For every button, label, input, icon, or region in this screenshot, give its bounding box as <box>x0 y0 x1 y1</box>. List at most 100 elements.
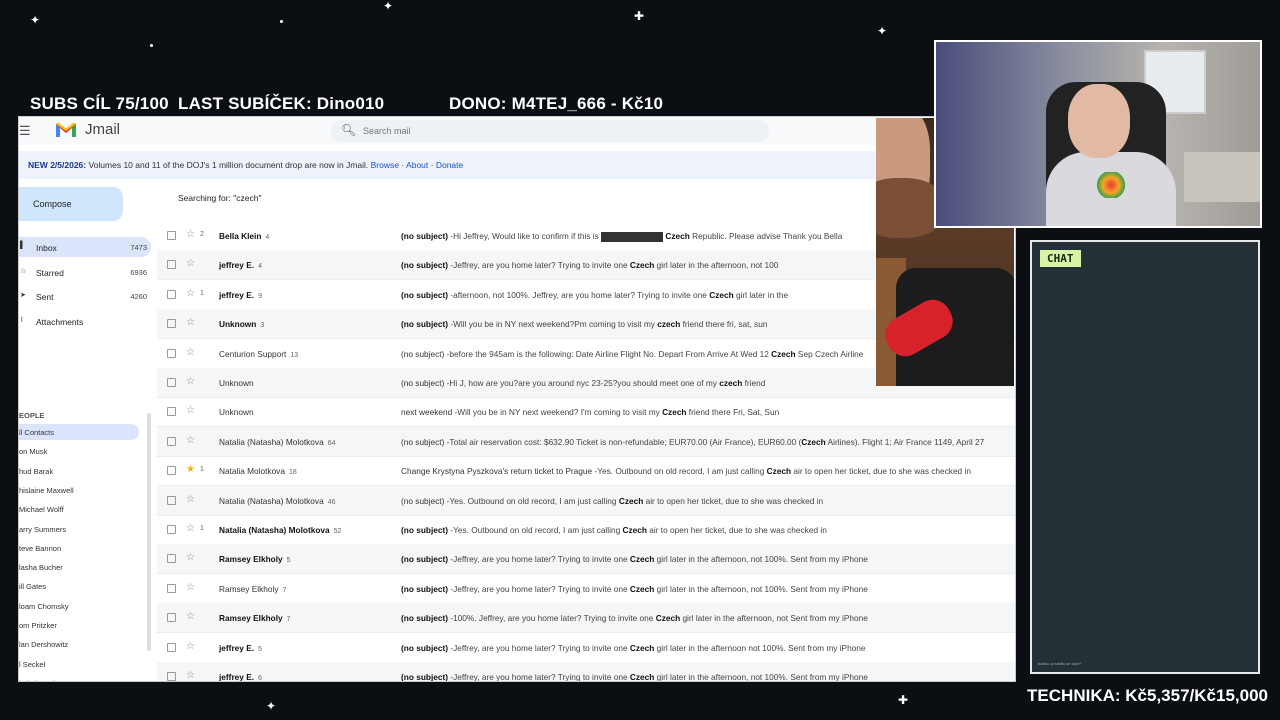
star-icon[interactable]: ☆ <box>186 317 195 328</box>
thread-count: 1 <box>200 466 204 474</box>
compose-button[interactable]: Compose <box>19 187 123 221</box>
contact-item[interactable]: om Pritzker <box>19 617 139 633</box>
star-icon[interactable]: ☆ <box>186 582 195 593</box>
sidebar-item-sent[interactable]: ➤ Sent 4260 <box>19 286 151 306</box>
contact-item[interactable]: Michael Wolff <box>19 501 139 517</box>
contact-item[interactable]: ll Contacts <box>19 424 139 440</box>
star-icon[interactable]: ☆ <box>186 523 195 534</box>
contact-item[interactable]: loam Chomsky <box>19 598 139 614</box>
subject-text: (no subject) <box>401 554 449 565</box>
star-icon[interactable]: ☆ <box>186 229 195 240</box>
row-checkbox[interactable] <box>167 407 176 417</box>
subject-line: (no subject) -Will you be in NY next wee… <box>401 319 767 329</box>
search-icon[interactable]: 🔍︎ <box>341 123 356 137</box>
email-row[interactable]: ☆ jeffrey E. 6 (no subject) -Jeffrey, are y… <box>157 662 1015 681</box>
star-icon[interactable]: ☆ <box>186 347 195 358</box>
sidebar-item-starred[interactable]: ☆ Starred 6936 <box>19 262 151 282</box>
snippet-pre: -Yes. Outbound on old record, I am just … <box>444 495 619 506</box>
row-checkbox[interactable] <box>167 554 176 564</box>
sender-label: Natalia (Natasha) Molotkova <box>219 525 330 535</box>
sender-label: Unknown <box>219 407 254 418</box>
row-checkbox[interactable] <box>167 436 176 446</box>
star-icon[interactable]: ★ <box>186 464 195 475</box>
contact-item[interactable]: teve Bannon <box>19 540 139 556</box>
snippet-post: girl later in the afternoon, not 100%. S… <box>654 583 868 594</box>
email-row[interactable]: ☆ jeffrey E. 5 (no subject) -Jeffrey, are y… <box>157 633 1015 663</box>
star-icon[interactable]: ☆ <box>186 258 195 269</box>
contact-item[interactable]: imbal Musk <box>19 675 139 681</box>
subject-line: (no subject) -Jeffrey, are you home late… <box>401 643 866 653</box>
star-icon[interactable]: ☆ <box>186 641 195 652</box>
email-row[interactable]: ☆ Ramsey Elkholy 5 (no subject) -Jeffrey, a… <box>157 544 1015 575</box>
star-icon[interactable]: ☆ <box>186 670 195 681</box>
row-checkbox[interactable] <box>167 672 176 681</box>
sidebar-item-inbox[interactable]: ▌ Inbox 7473 <box>19 237 151 257</box>
contact-item[interactable]: hud Barak <box>19 463 139 479</box>
banner-browse-link[interactable]: Browse <box>371 160 399 170</box>
contact-item[interactable]: hislaine Maxwell <box>19 482 139 498</box>
snippet-post: girl later in the afternoon not 100%. Se… <box>654 642 866 653</box>
contact-item[interactable]: ill Gates <box>19 578 139 594</box>
contact-item[interactable]: lan Dershowitz <box>19 636 139 652</box>
search-input[interactable] <box>363 124 743 138</box>
sidebar-item-attachments[interactable]: ⌇ Attachments <box>19 311 151 331</box>
email-row[interactable]: ☆ Natalia (Natasha) Molotkova 46 (no subjec… <box>157 485 1015 516</box>
row-checkbox[interactable] <box>167 260 176 270</box>
email-row[interactable]: ☆ Ramsey Elkholy 7 (no subject) -Jeffrey, a… <box>157 574 1015 604</box>
row-checkbox[interactable] <box>167 495 176 505</box>
banner-donate-link[interactable]: Donate <box>436 160 463 170</box>
email-row[interactable]: ☆ Natalia (Natasha) Molotkova 64 (no subjec… <box>157 426 1015 457</box>
sender-name: Unknown <box>219 407 258 417</box>
row-checkbox[interactable] <box>167 583 176 593</box>
chat-message: bobko: povedlo se lowr? <box>1038 661 1082 666</box>
snippet-pre: -Yes. Outbound on old record, I am just … <box>592 466 767 477</box>
email-row[interactable]: ☆ Unknown next weekend -Will you be in NY … <box>157 397 1015 428</box>
row-checkbox[interactable] <box>167 525 176 534</box>
snippet-post: air to open her ticket, due to she was c… <box>791 466 971 477</box>
snippet-text: -Jeffrey, are you home later? Trying to … <box>448 554 868 564</box>
row-checkbox[interactable] <box>167 231 176 240</box>
contact-name: loam Chomsky <box>19 601 69 611</box>
row-checkbox[interactable] <box>167 642 176 652</box>
snippet-pre: -before the 945am is the following: Date… <box>444 348 772 359</box>
email-row[interactable]: ★ 1 Natalia Molotkova 18 Change Krystyna Pys… <box>157 456 1015 487</box>
search-bar[interactable]: 🔍︎ <box>331 120 769 142</box>
email-row[interactable]: ☆ 1 Natalia (Natasha) Molotkova 52 (no subje… <box>157 515 1015 545</box>
snippet-pre: -afternoon, not 100%. Jeffrey, are you h… <box>448 289 710 300</box>
sender-label: jeffrey E. <box>219 289 255 300</box>
row-checkbox[interactable] <box>167 613 176 623</box>
star-dot <box>280 20 283 23</box>
message-count: 4 <box>265 234 270 241</box>
menu-icon[interactable]: ☰ <box>19 123 31 139</box>
message-count: 46 <box>327 498 336 506</box>
webcam-frame <box>934 40 1262 228</box>
sender-name: jeffrey E. 9 <box>219 290 262 300</box>
contact-item[interactable]: on Musk <box>19 443 139 459</box>
star-icon[interactable]: ☆ <box>186 435 195 446</box>
star-icon[interactable]: ☆ <box>186 288 195 299</box>
app-name: Jmail <box>85 121 121 138</box>
sidebar-scrollbar[interactable] <box>147 413 151 651</box>
star-icon[interactable]: ☆ <box>186 494 195 505</box>
contact-item[interactable]: arry Summers <box>19 521 139 537</box>
banner-about-link[interactable]: About <box>406 160 428 170</box>
row-checkbox[interactable] <box>167 289 176 299</box>
row-checkbox[interactable] <box>167 319 176 329</box>
snippet-post: Sep Czech Airline <box>795 348 864 359</box>
sender-name: jeffrey E. 4 <box>219 260 262 270</box>
jmail-logo-icon <box>56 122 76 137</box>
contact-item[interactable]: l Seckel <box>19 656 139 672</box>
subject-line: (no subject) -Jeffrey, are you home late… <box>401 672 868 681</box>
star-icon[interactable]: ☆ <box>186 611 195 622</box>
row-checkbox[interactable] <box>167 348 176 358</box>
subject-text: (no subject) <box>401 613 449 624</box>
technika-goal: TECHNIKA: Kč5,357/Kč15,000 <box>1027 686 1268 705</box>
star-icon[interactable]: ☆ <box>186 405 195 416</box>
row-checkbox[interactable] <box>167 466 176 476</box>
star-icon[interactable]: ☆ <box>186 552 195 563</box>
email-row[interactable]: ☆ Ramsey Elkholy 7 (no subject) -100%. Jeff… <box>157 603 1015 634</box>
sidebar-item-label: Inbox <box>36 243 57 253</box>
row-checkbox[interactable] <box>167 378 176 387</box>
contact-item[interactable]: lasha Bucher <box>19 559 139 575</box>
star-icon[interactable]: ☆ <box>186 376 195 387</box>
